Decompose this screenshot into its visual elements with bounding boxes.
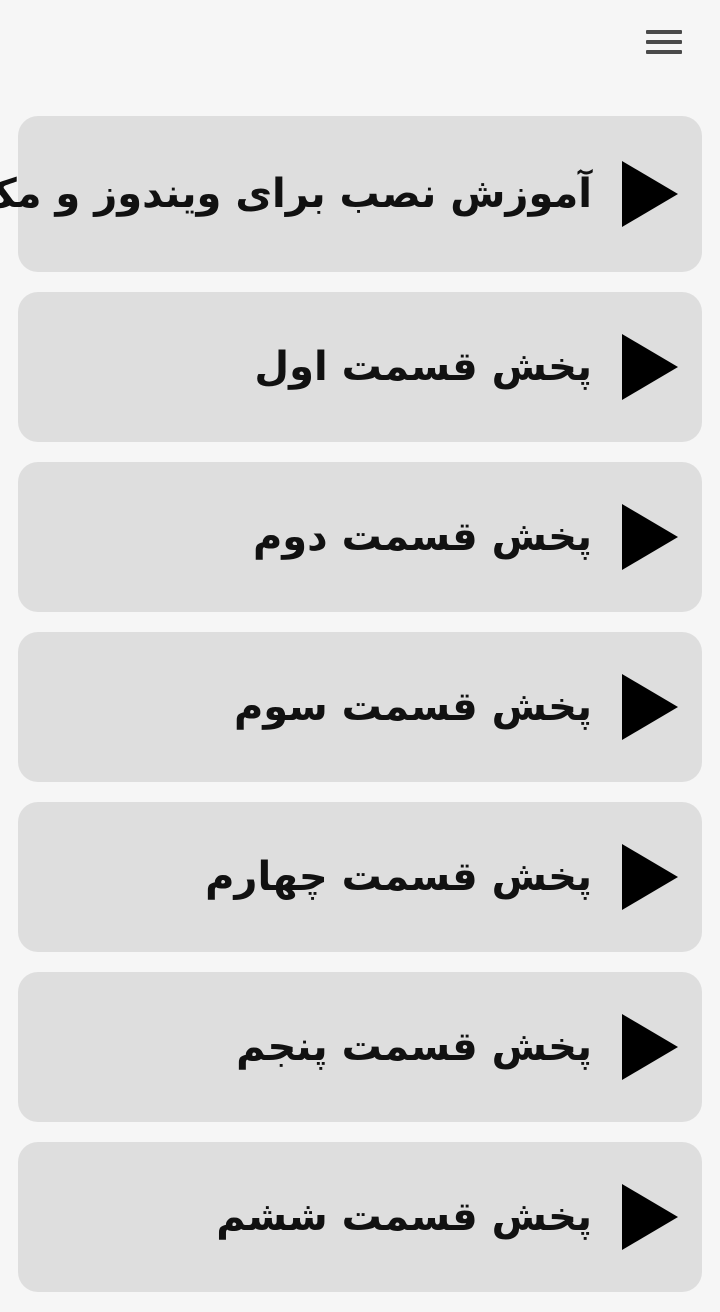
- list-item-label: پخش قسمت ششم: [216, 1194, 592, 1240]
- list-item-episode-5[interactable]: پخش قسمت پنجم: [18, 972, 702, 1122]
- list-item-label: پخش قسمت دوم: [252, 514, 592, 560]
- play-icon[interactable]: [622, 844, 678, 910]
- list-item-episode-2[interactable]: پخش قسمت دوم: [18, 462, 702, 612]
- list-item-label: پخش قسمت سوم: [233, 684, 592, 730]
- list-item-episode-1[interactable]: پخش قسمت اول: [18, 292, 702, 442]
- menu-line: [646, 50, 682, 54]
- play-icon[interactable]: [622, 334, 678, 400]
- play-icon[interactable]: [622, 504, 678, 570]
- play-icon[interactable]: [622, 1184, 678, 1250]
- hamburger-menu-icon[interactable]: [640, 26, 688, 60]
- list-item-label: آموزش نصب برای ویندوز و مک: [0, 171, 592, 217]
- menu-line: [646, 30, 682, 34]
- play-icon[interactable]: [622, 674, 678, 740]
- list-item-install-tutorial[interactable]: آموزش نصب برای ویندوز و مک: [0, 116, 702, 272]
- episode-list: آموزش نصب برای ویندوز و مک پخش قسمت اول …: [0, 116, 702, 1312]
- list-item-label: پخش قسمت چهارم: [205, 854, 592, 900]
- play-icon[interactable]: [622, 1014, 678, 1080]
- play-icon[interactable]: [622, 161, 678, 227]
- menu-line: [646, 40, 682, 44]
- list-item-episode-6[interactable]: پخش قسمت ششم: [18, 1142, 702, 1292]
- list-item-episode-3[interactable]: پخش قسمت سوم: [18, 632, 702, 782]
- list-item-label: پخش قسمت اول: [254, 344, 592, 390]
- list-item-episode-4[interactable]: پخش قسمت چهارم: [18, 802, 702, 952]
- list-item-label: پخش قسمت پنجم: [236, 1024, 592, 1070]
